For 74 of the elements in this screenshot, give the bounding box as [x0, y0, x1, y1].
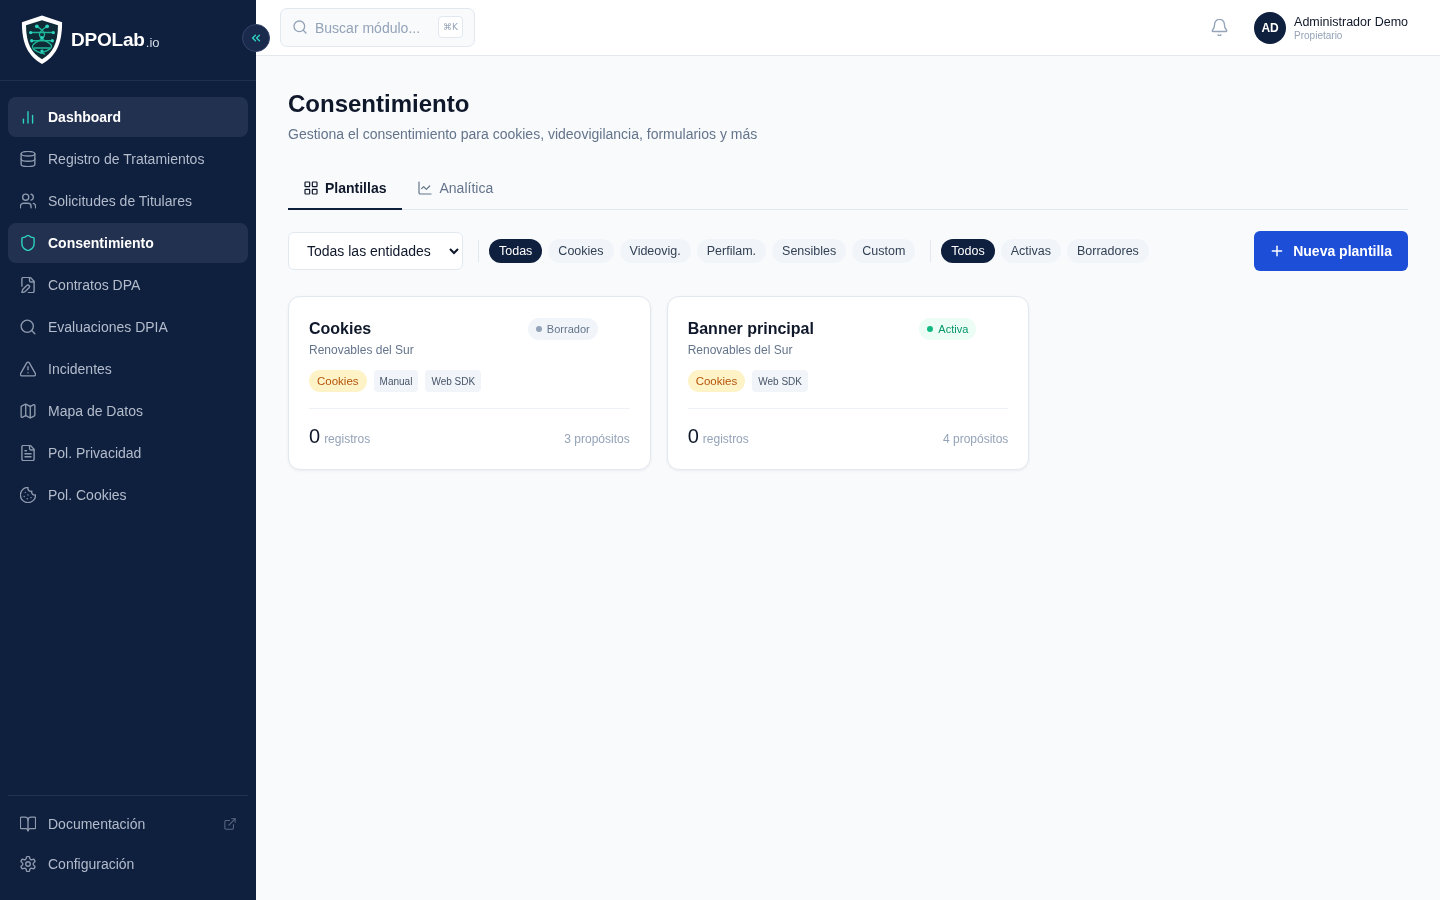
type-filter-chip[interactable]: Cookies [548, 239, 614, 263]
user-role: Propietario [1294, 29, 1343, 41]
entity-select[interactable]: Todas las entidades [288, 232, 463, 270]
sidebar-item[interactable]: Solicitudes de Titulares [8, 181, 248, 221]
double-chevron-left-icon [250, 32, 262, 44]
purposes-count: 3 propósitos [564, 432, 630, 446]
sidebar-item[interactable]: Dashboard [8, 97, 248, 137]
status-filter-chip[interactable]: Borradores [1067, 239, 1149, 263]
status-badge: Activa [919, 318, 977, 340]
users-icon [20, 193, 36, 209]
status-dot-icon [535, 326, 542, 332]
sidebar-item[interactable]: Incidentes [8, 349, 248, 389]
record-count: 0 [309, 425, 321, 448]
sidebar-item[interactable]: Consentimiento [8, 223, 248, 263]
tag: Web SDK [752, 370, 808, 392]
type-filter-chip[interactable]: Custom [852, 239, 916, 263]
card-entity: Renovables del Sur [687, 342, 793, 358]
sidebar-footer-item[interactable]: Configuración [8, 844, 248, 884]
bar-chart-icon [20, 109, 36, 125]
tag: Cookies [687, 370, 746, 392]
sidebar-item[interactable]: Contratos DPA [8, 265, 248, 305]
status-badge: Borrador [527, 318, 598, 340]
shield-icon [20, 235, 36, 251]
brand-name: DPOLab [71, 29, 145, 51]
card-title: Cookies [309, 320, 372, 338]
settings-icon [20, 856, 36, 872]
shortcut-key: ⌘K [438, 16, 463, 38]
record-count-label: registros [702, 432, 749, 446]
purposes-count: 4 propósitos [942, 432, 1009, 446]
cookie-icon [20, 487, 36, 503]
document-pen-icon [20, 277, 36, 293]
plus-icon [1270, 244, 1285, 258]
type-filter-chip[interactable]: Todas [489, 239, 543, 263]
magnifier-icon [20, 319, 36, 335]
database-icon [20, 151, 36, 167]
grid-icon [304, 181, 318, 195]
notifications-button[interactable] [1211, 19, 1229, 36]
record-count: 0 [687, 425, 699, 448]
tab[interactable]: Analítica [402, 168, 510, 210]
search-icon [293, 20, 307, 34]
tag: Manual [373, 370, 419, 392]
line-chart-icon [418, 181, 433, 195]
page-subtitle: Gestiona el consentimiento para cookies, videovigilancia, formularios y más [288, 125, 758, 144]
template-card[interactable]: Banner principal Activa Renovables del Sur Cookies Web SDK 0 registros 4 propósitos [666, 296, 1030, 470]
user-avatar[interactable]: AD [1254, 11, 1287, 44]
card-entity: Renovables del Sur [309, 342, 414, 358]
document-icon [20, 445, 36, 461]
tag: Web SDK [425, 370, 482, 392]
status-dot-icon [927, 326, 934, 332]
warning-triangle-icon [20, 361, 36, 377]
bell-icon [1211, 19, 1229, 36]
sidebar-item[interactable]: Mapa de Datos [8, 391, 248, 431]
user-name: Administrador Demo [1294, 14, 1408, 29]
shield-logo-icon [20, 15, 64, 65]
type-filter-chip[interactable]: Videovig. [619, 239, 691, 263]
book-icon [20, 816, 36, 832]
template-card[interactable]: Cookies Borrador Renovables del Sur Cookies Manual Web SDK 0 registros 3 propósitos [288, 296, 651, 470]
type-filter-chip[interactable]: Sensibles [772, 239, 847, 263]
map-icon [20, 403, 36, 419]
card-title: Banner principal [687, 320, 814, 338]
sidebar-footer-item[interactable]: Documentación [8, 804, 248, 844]
sidebar-item[interactable]: Evaluaciones DPIA [8, 307, 248, 347]
record-count-label: registros [324, 432, 371, 446]
type-filter-chip[interactable]: Perfilam. [696, 239, 767, 263]
tab[interactable]: Plantillas [288, 168, 403, 210]
page-title: Consentimiento [288, 89, 470, 119]
brand-suffix: .io [145, 35, 160, 50]
status-filter-chip[interactable]: Activas [1000, 239, 1061, 263]
new-template-button[interactable]: Nueva plantilla [1254, 231, 1408, 271]
tag: Cookies [309, 370, 367, 392]
sidebar-item[interactable]: Pol. Cookies [8, 475, 248, 515]
sidebar-item[interactable]: Registro de Tratamientos [8, 139, 248, 179]
sidebar-item[interactable]: Pol. Privacidad [8, 433, 248, 473]
status-filter-chip[interactable]: Todos [941, 239, 995, 263]
